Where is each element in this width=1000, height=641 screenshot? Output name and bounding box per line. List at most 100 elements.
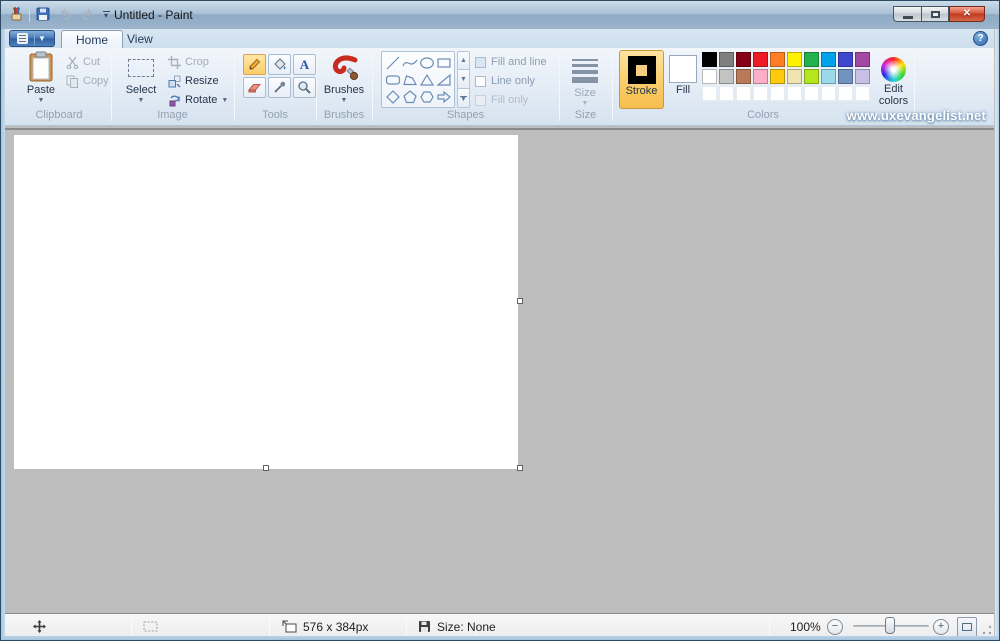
color-swatch[interactable]	[804, 52, 819, 67]
color-swatch[interactable]	[770, 69, 785, 84]
paste-icon	[28, 51, 54, 83]
file-size-icon	[418, 620, 431, 633]
fill-with-color-tool-button[interactable]	[268, 54, 291, 75]
window-resize-grip[interactable]	[982, 625, 992, 635]
color-swatch[interactable]	[855, 52, 870, 67]
resize-button[interactable]: Resize	[168, 72, 219, 90]
shape-triangle[interactable]	[418, 71, 435, 88]
color-swatch[interactable]	[736, 69, 751, 84]
clipboard-group-label: Clipboard	[9, 109, 109, 123]
shapes-scroll-down-button[interactable]: ▼	[457, 70, 470, 89]
fill-and-line-icon	[475, 57, 486, 68]
zoom-slider-track[interactable]	[853, 625, 929, 627]
shape-rounded-rectangle[interactable]	[384, 71, 401, 88]
canvas-resize-handle-right[interactable]	[517, 298, 523, 304]
color-picker-tool-button[interactable]	[268, 77, 291, 98]
empty-color-swatch[interactable]	[702, 86, 717, 101]
fill-with-color-icon	[272, 57, 287, 72]
empty-color-swatch[interactable]	[770, 86, 785, 101]
shape-curve[interactable]	[401, 54, 418, 71]
edit-colors-button[interactable]: Edit colors	[873, 51, 914, 108]
file-size-value: Size: None	[437, 620, 496, 634]
empty-color-swatch[interactable]	[804, 86, 819, 101]
close-button[interactable]: ✕	[949, 6, 985, 22]
color-swatch[interactable]	[736, 52, 751, 67]
application-menu-button[interactable]: ▼	[9, 30, 55, 47]
empty-color-swatch[interactable]	[719, 86, 734, 101]
shape-right-triangle[interactable]	[435, 71, 452, 88]
eraser-tool-button[interactable]	[243, 77, 266, 98]
minimize-button[interactable]	[893, 6, 921, 22]
color-swatch[interactable]	[702, 69, 717, 84]
quick-access-toolbar: ▾	[7, 5, 112, 23]
customize-qat-chevron-icon[interactable]: ▾	[100, 5, 112, 23]
shapes-gallery	[381, 51, 455, 108]
text-tool-button[interactable]: A	[293, 54, 316, 75]
select-icon	[128, 59, 154, 77]
undo-icon	[56, 5, 74, 23]
crop-label: Crop	[185, 56, 209, 68]
resize-label: Resize	[185, 75, 219, 87]
drawing-canvas[interactable]	[14, 135, 518, 469]
size-label: Size	[574, 87, 595, 99]
help-button[interactable]: ?	[973, 31, 988, 46]
maximize-icon	[931, 11, 940, 18]
empty-color-swatch[interactable]	[855, 86, 870, 101]
shape-diamond[interactable]	[384, 88, 401, 105]
select-button[interactable]: Select ▼	[119, 51, 163, 108]
canvas-resize-handle-bottom[interactable]	[263, 465, 269, 471]
color-swatch[interactable]	[702, 52, 717, 67]
maximize-button[interactable]	[921, 6, 949, 22]
empty-color-swatch[interactable]	[736, 86, 751, 101]
fill-color-button[interactable]: Fill	[666, 50, 700, 109]
magnifier-icon	[297, 80, 312, 95]
shape-rectangle[interactable]	[435, 54, 452, 71]
zoom-slider-thumb[interactable]	[885, 617, 895, 634]
color-swatch[interactable]	[804, 69, 819, 84]
shapes-more-button[interactable]: ▼	[457, 89, 470, 108]
shape-arrow[interactable]	[435, 88, 452, 105]
save-icon[interactable]	[34, 5, 52, 23]
color-swatch[interactable]	[719, 69, 734, 84]
fill-and-line-option: Fill and line	[475, 54, 547, 70]
move-cursor-icon	[33, 620, 46, 633]
tools-grid: A	[243, 54, 316, 98]
color-swatch[interactable]	[770, 52, 785, 67]
menu-list-icon	[17, 33, 28, 44]
tab-view[interactable]: View	[113, 30, 167, 48]
paste-button[interactable]: Paste ▼	[20, 51, 62, 108]
color-swatch[interactable]	[753, 69, 768, 84]
color-swatch[interactable]	[821, 52, 836, 67]
stroke-color-button[interactable]: Stroke	[619, 50, 664, 109]
paint-app-icon[interactable]	[7, 5, 25, 23]
color-swatch[interactable]	[821, 69, 836, 84]
shapes-scrollbar: ▲ ▼ ▼	[457, 51, 470, 108]
empty-color-swatch[interactable]	[753, 86, 768, 101]
shape-hexagon[interactable]	[418, 88, 435, 105]
redo-icon	[78, 5, 96, 23]
color-swatch[interactable]	[753, 52, 768, 67]
canvas-resize-handle-corner[interactable]	[517, 465, 523, 471]
copy-icon	[66, 75, 79, 88]
shape-polygon[interactable]	[401, 71, 418, 88]
color-swatch[interactable]	[787, 52, 802, 67]
color-swatch[interactable]	[855, 69, 870, 84]
magnifier-tool-button[interactable]	[293, 77, 316, 98]
color-swatch[interactable]	[838, 69, 853, 84]
empty-color-swatch[interactable]	[821, 86, 836, 101]
pencil-tool-button[interactable]	[243, 54, 266, 75]
text-tool-icon: A	[300, 57, 309, 73]
color-swatch[interactable]	[838, 52, 853, 67]
brushes-button[interactable]: Brushes ▼	[322, 51, 366, 108]
tab-view-label: View	[127, 32, 153, 46]
shapes-scroll-up-button[interactable]: ▲	[457, 51, 470, 70]
shape-line[interactable]	[384, 54, 401, 71]
shape-ellipse[interactable]	[418, 54, 435, 71]
ribbon-tab-row: ▼ Home View ?	[5, 29, 994, 48]
rotate-button[interactable]: Rotate ▼	[168, 91, 228, 109]
color-swatch[interactable]	[719, 52, 734, 67]
empty-color-swatch[interactable]	[787, 86, 802, 101]
empty-color-swatch[interactable]	[838, 86, 853, 101]
shape-pentagon[interactable]	[401, 88, 418, 105]
color-swatch[interactable]	[787, 69, 802, 84]
